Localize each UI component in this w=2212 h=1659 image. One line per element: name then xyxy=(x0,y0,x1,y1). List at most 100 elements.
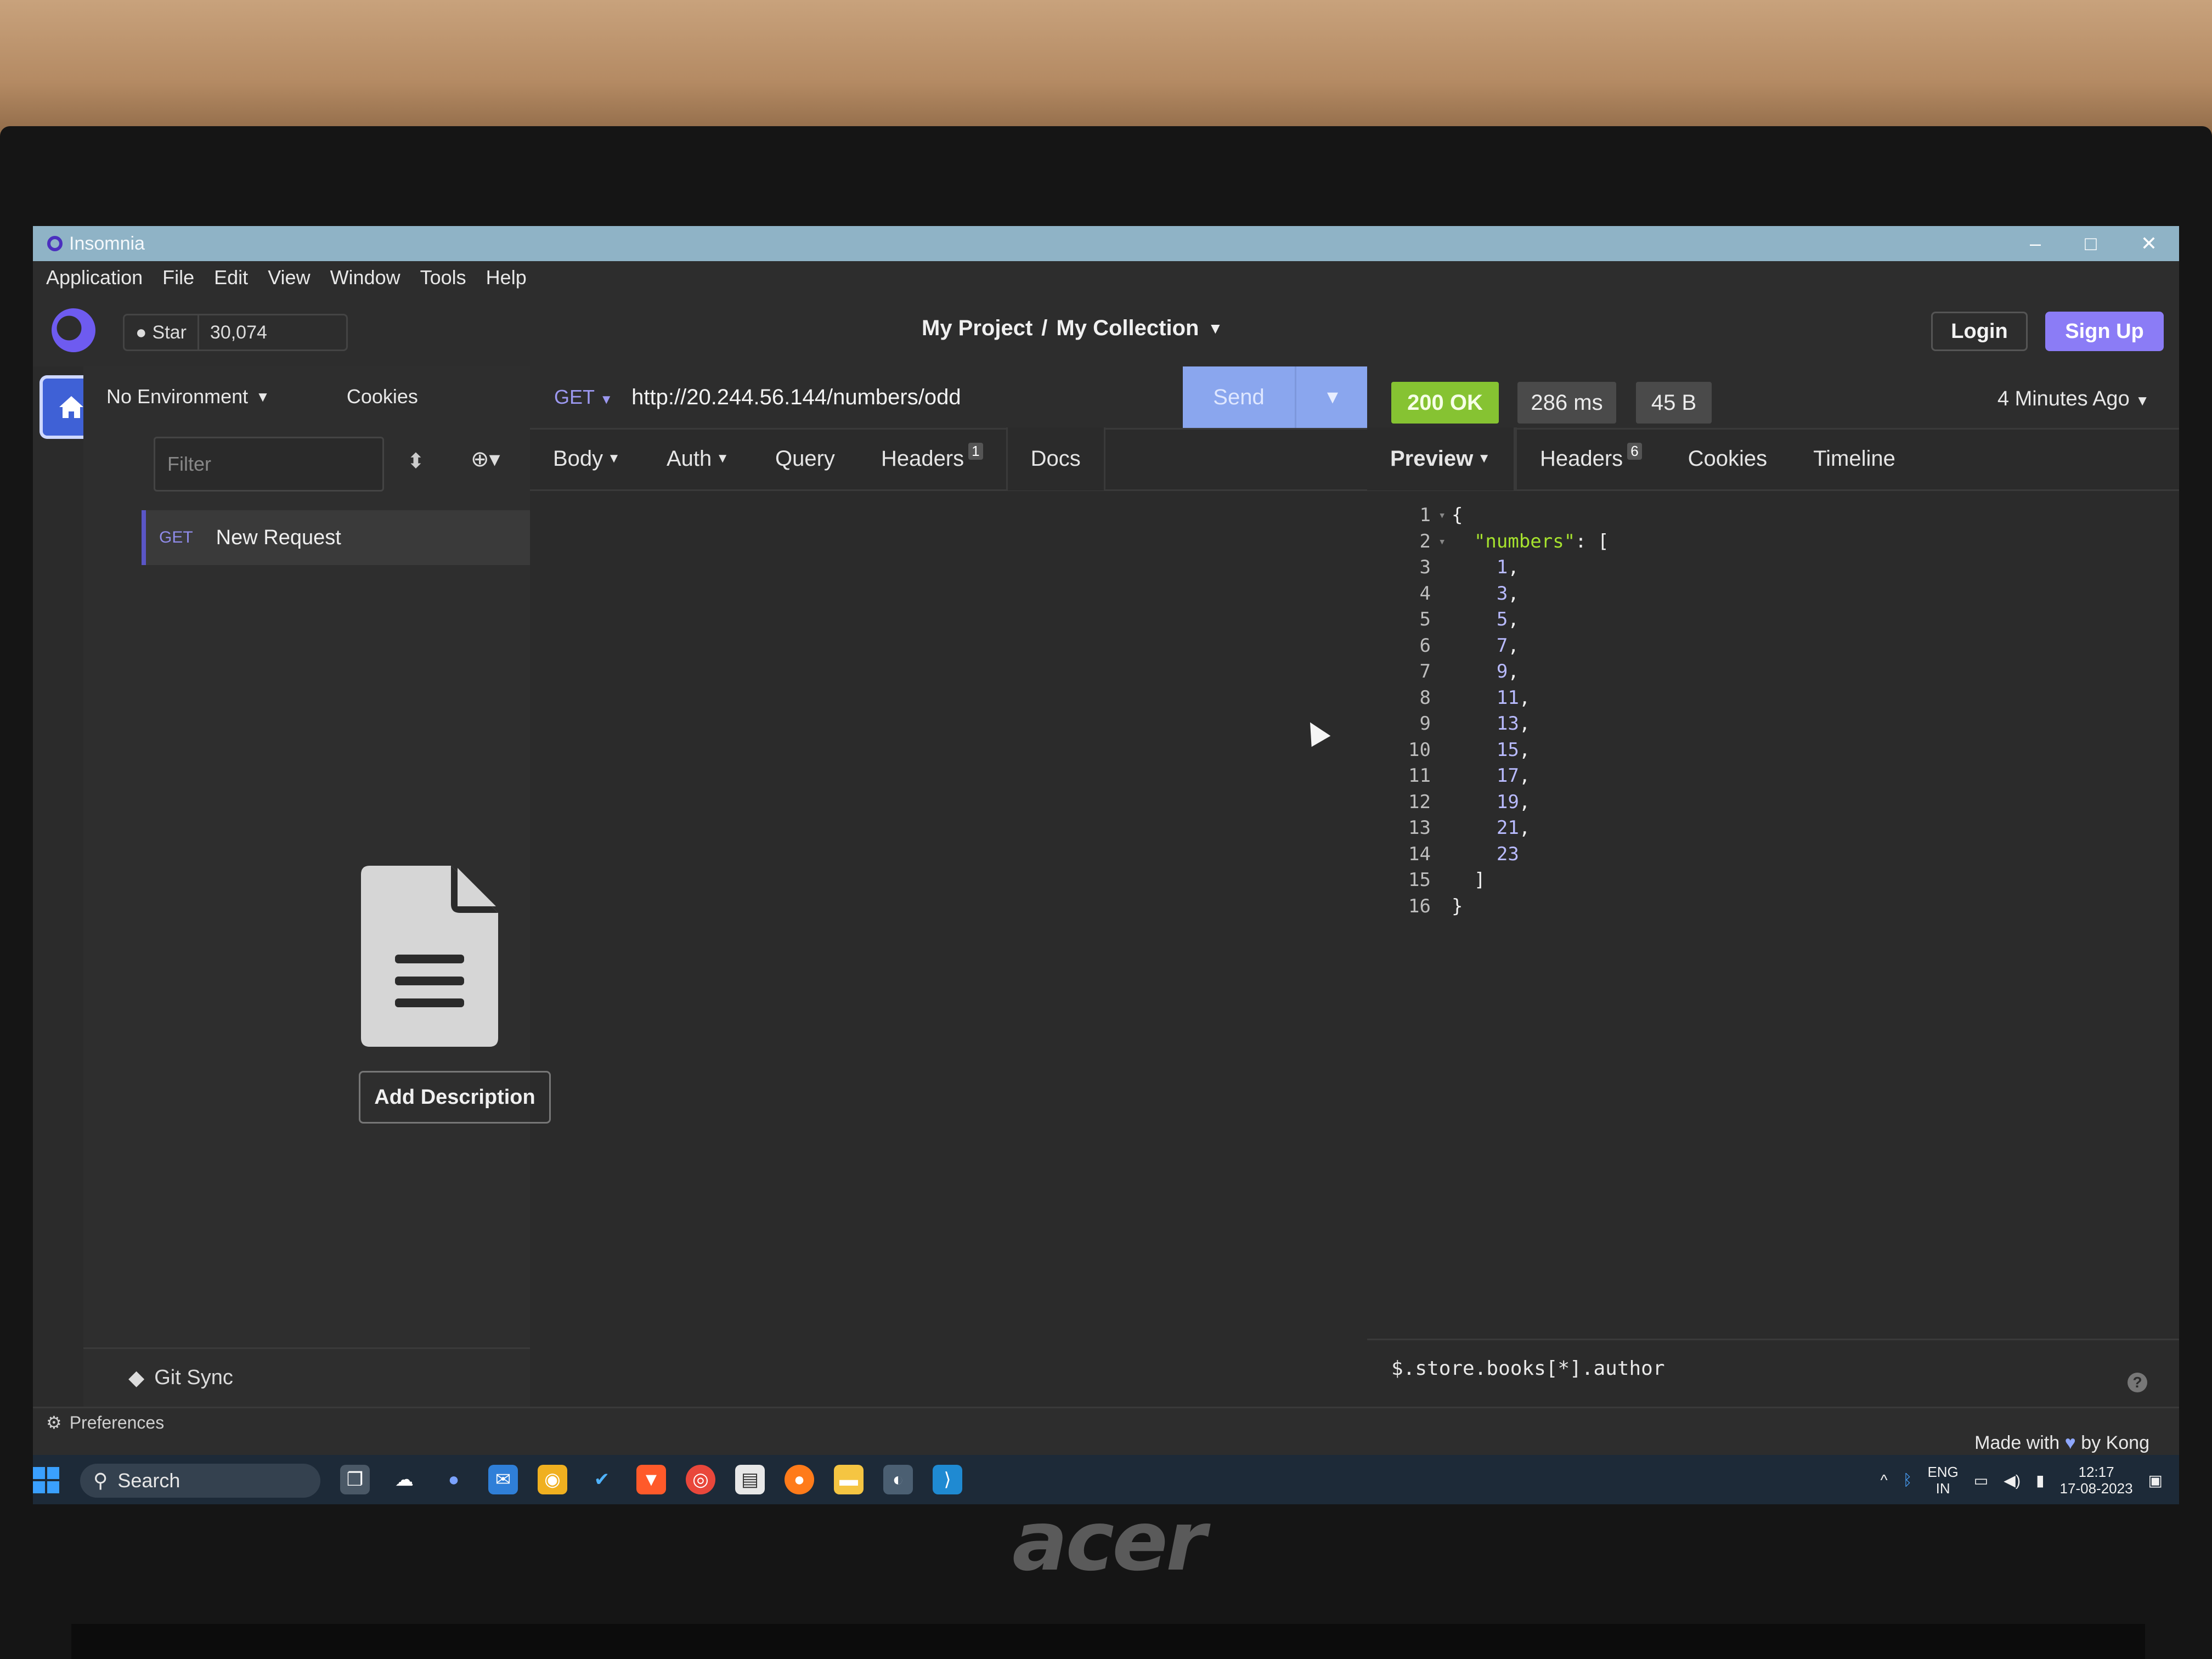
notepad-icon[interactable]: ▤ xyxy=(735,1465,765,1494)
preferences-button[interactable]: ⚙ Preferences xyxy=(46,1408,164,1437)
filter-input[interactable]: Filter xyxy=(154,437,384,492)
chevron-down-icon: ▼ xyxy=(1323,386,1342,408)
insomnia-taskbar-icon[interactable]: ◐ xyxy=(883,1465,913,1494)
menu-tools[interactable]: Tools xyxy=(420,266,466,289)
menu-view[interactable]: View xyxy=(268,266,310,289)
signup-button[interactable]: Sign Up xyxy=(2045,312,2164,351)
add-description-button[interactable]: Add Description xyxy=(359,1071,551,1124)
network-icon[interactable]: ▭ xyxy=(1974,1471,1988,1489)
task-view-icon[interactable]: ❐ xyxy=(340,1465,370,1494)
tab-body[interactable]: Body ▼ xyxy=(530,428,644,489)
fold-toggle-icon[interactable]: ▾ xyxy=(1438,529,1452,555)
file-explorer-icon[interactable]: ▬ xyxy=(834,1465,864,1494)
fold-toggle-icon xyxy=(1438,711,1452,737)
git-sync-button[interactable]: ◆ Git Sync xyxy=(83,1347,530,1407)
chrome-icon[interactable]: ◎ xyxy=(686,1465,715,1494)
code-text: 19, xyxy=(1496,791,1531,813)
tab-docs[interactable]: Docs xyxy=(1006,427,1105,490)
send-button[interactable]: Send xyxy=(1183,366,1295,428)
fold-toggle-icon xyxy=(1438,607,1452,633)
heart-icon: ♥ xyxy=(2064,1432,2076,1453)
json-value: 5 xyxy=(1496,608,1508,630)
fold-toggle-icon xyxy=(1438,555,1452,581)
code-text: 5, xyxy=(1496,608,1519,630)
json-value: 3 xyxy=(1496,582,1508,605)
add-dropdown-icon[interactable]: ⊕▾ xyxy=(471,447,500,472)
cookies-button[interactable]: Cookies xyxy=(347,385,418,408)
windows-start-icon[interactable] xyxy=(33,1467,59,1493)
code-line: 9 13, xyxy=(1367,711,2179,737)
mail-icon[interactable]: ✉ xyxy=(488,1465,518,1494)
sort-icon[interactable]: ⬍ xyxy=(407,449,425,473)
tab-response-headers[interactable]: Headers 6 xyxy=(1515,427,1665,490)
menu-help[interactable]: Help xyxy=(486,266,527,289)
maximize-button[interactable]: □ xyxy=(2085,232,2097,255)
menu-edit[interactable]: Edit xyxy=(214,266,248,289)
headers-count-badge: 1 xyxy=(968,442,983,460)
title-bar: Insomnia – □ ✕ xyxy=(33,226,2179,261)
tab-headers[interactable]: Headers 1 xyxy=(858,428,1006,489)
tab-timeline[interactable]: Timeline xyxy=(1790,428,1918,489)
chevron-up-icon[interactable]: ^ xyxy=(1880,1471,1887,1489)
menu-window[interactable]: Window xyxy=(330,266,400,289)
tab-cookies[interactable]: Cookies xyxy=(1665,428,1791,489)
firefox-icon[interactable]: ● xyxy=(785,1465,814,1494)
menu-application[interactable]: Application xyxy=(46,266,143,289)
response-filter-input[interactable]: $.store.books[*].author xyxy=(1367,1339,2179,1397)
code-text: ] xyxy=(1452,869,1486,891)
line-number: 14 xyxy=(1408,843,1431,865)
code-line: 6 7, xyxy=(1367,633,2179,659)
response-history-dropdown[interactable]: 4 Minutes Ago ▼ xyxy=(1997,387,2149,411)
json-value: 9 xyxy=(1496,661,1508,682)
github-star-button[interactable]: ● Star 30,074 xyxy=(123,314,348,351)
tab-preview[interactable]: Preview ▼ xyxy=(1367,427,1515,490)
environment-selector[interactable]: No Environment xyxy=(106,385,248,408)
chevron-down-icon[interactable]: ▼ xyxy=(256,388,270,405)
tab-query[interactable]: Query xyxy=(752,428,858,489)
vscode-icon[interactable]: ⟩ xyxy=(933,1465,962,1494)
clock[interactable]: 12:17 17-08-2023 xyxy=(2060,1464,2133,1497)
media-icon[interactable]: ◉ xyxy=(538,1465,567,1494)
language-indicator[interactable]: ENG IN xyxy=(1927,1464,1958,1497)
chat-icon[interactable]: ● xyxy=(439,1465,469,1494)
line-number: 4 xyxy=(1419,582,1431,605)
bluetooth-icon[interactable]: ᛒ xyxy=(1903,1471,1912,1489)
help-icon[interactable]: ? xyxy=(2128,1373,2147,1392)
search-icon: ⚲ xyxy=(93,1469,108,1492)
minimize-button[interactable]: – xyxy=(2030,232,2041,255)
send-options-dropdown[interactable]: ▼ xyxy=(1295,366,1369,428)
volume-icon[interactable]: ◀) xyxy=(2004,1471,2021,1489)
fold-toggle-icon[interactable]: ▾ xyxy=(1438,503,1452,529)
close-button[interactable]: ✕ xyxy=(2141,232,2157,255)
star-label: Star xyxy=(152,321,187,343)
todo-icon[interactable]: ✔ xyxy=(587,1465,617,1494)
tab-auth[interactable]: Auth ▼ xyxy=(644,428,752,489)
code-text: 15, xyxy=(1496,738,1531,761)
notification-icon[interactable]: ▣ xyxy=(2148,1471,2163,1489)
battery-icon[interactable]: ▮ xyxy=(2036,1471,2044,1489)
line-number: 13 xyxy=(1408,817,1431,839)
brave-browser-icon[interactable]: ▼ xyxy=(636,1465,666,1494)
code-text: 9, xyxy=(1496,661,1519,682)
code-line: 3 1, xyxy=(1367,555,2179,581)
json-value: 1 xyxy=(1496,556,1508,578)
login-button[interactable]: Login xyxy=(1931,312,2028,351)
weather-icon[interactable]: ☁ xyxy=(390,1465,419,1494)
menu-bar: Application File Edit View Window Tools … xyxy=(33,261,2179,294)
breadcrumb-collection[interactable]: My Collection xyxy=(1056,316,1199,341)
chevron-down-icon[interactable]: ▼ xyxy=(1207,320,1223,337)
request-item[interactable]: GET New Request xyxy=(142,510,530,565)
fold-toggle-icon xyxy=(1438,789,1452,816)
line-number: 8 xyxy=(1419,686,1431,709)
url-input[interactable]: http://20.244.56.144/numbers/odd xyxy=(631,385,961,410)
code-text: { xyxy=(1452,504,1463,526)
gear-icon: ⚙ xyxy=(46,1413,62,1432)
code-line: 4 3, xyxy=(1367,581,2179,607)
insomnia-logo-icon[interactable] xyxy=(52,308,95,352)
line-number: 5 xyxy=(1419,608,1431,630)
taskbar-search[interactable]: ⚲ Search xyxy=(80,1464,320,1498)
menu-file[interactable]: File xyxy=(162,266,194,289)
method-selector[interactable]: GET ▼ xyxy=(554,386,613,409)
acer-logo: acer xyxy=(1012,1494,1206,1589)
breadcrumb-project[interactable]: My Project xyxy=(922,316,1032,341)
